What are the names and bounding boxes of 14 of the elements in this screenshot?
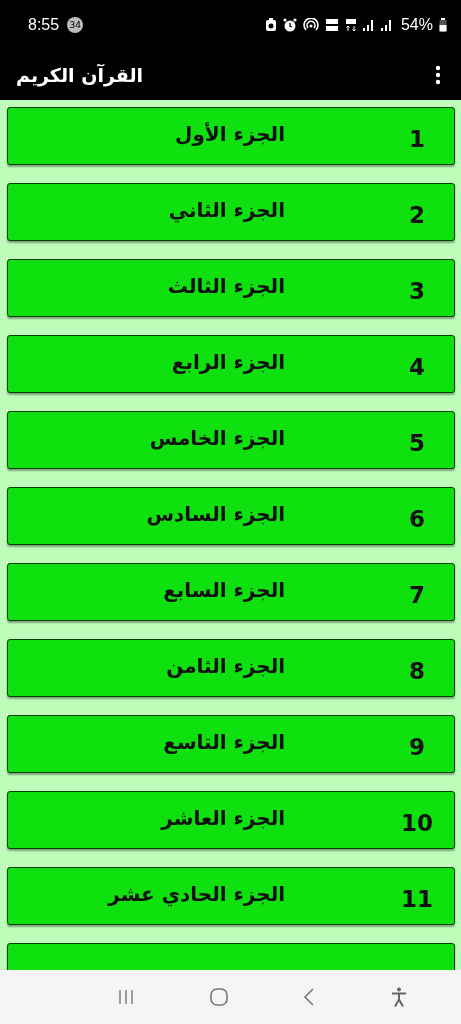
app-title: القرآن الكريم bbox=[16, 64, 144, 86]
home-icon[interactable] bbox=[209, 988, 228, 1006]
back-icon[interactable] bbox=[303, 988, 316, 1006]
notification-icon bbox=[264, 18, 277, 32]
signal-icon bbox=[362, 19, 375, 31]
battery-icon bbox=[439, 18, 447, 32]
signal-icon bbox=[380, 19, 393, 31]
hotspot-icon bbox=[302, 18, 319, 32]
accessibility-icon[interactable] bbox=[391, 987, 408, 1007]
menu-icon[interactable] bbox=[435, 65, 441, 85]
alarm-icon bbox=[282, 18, 297, 32]
status-time: 8:55 bbox=[28, 16, 60, 34]
notification-count: 34 bbox=[67, 17, 84, 33]
battery-level: 54% bbox=[400, 16, 433, 34]
